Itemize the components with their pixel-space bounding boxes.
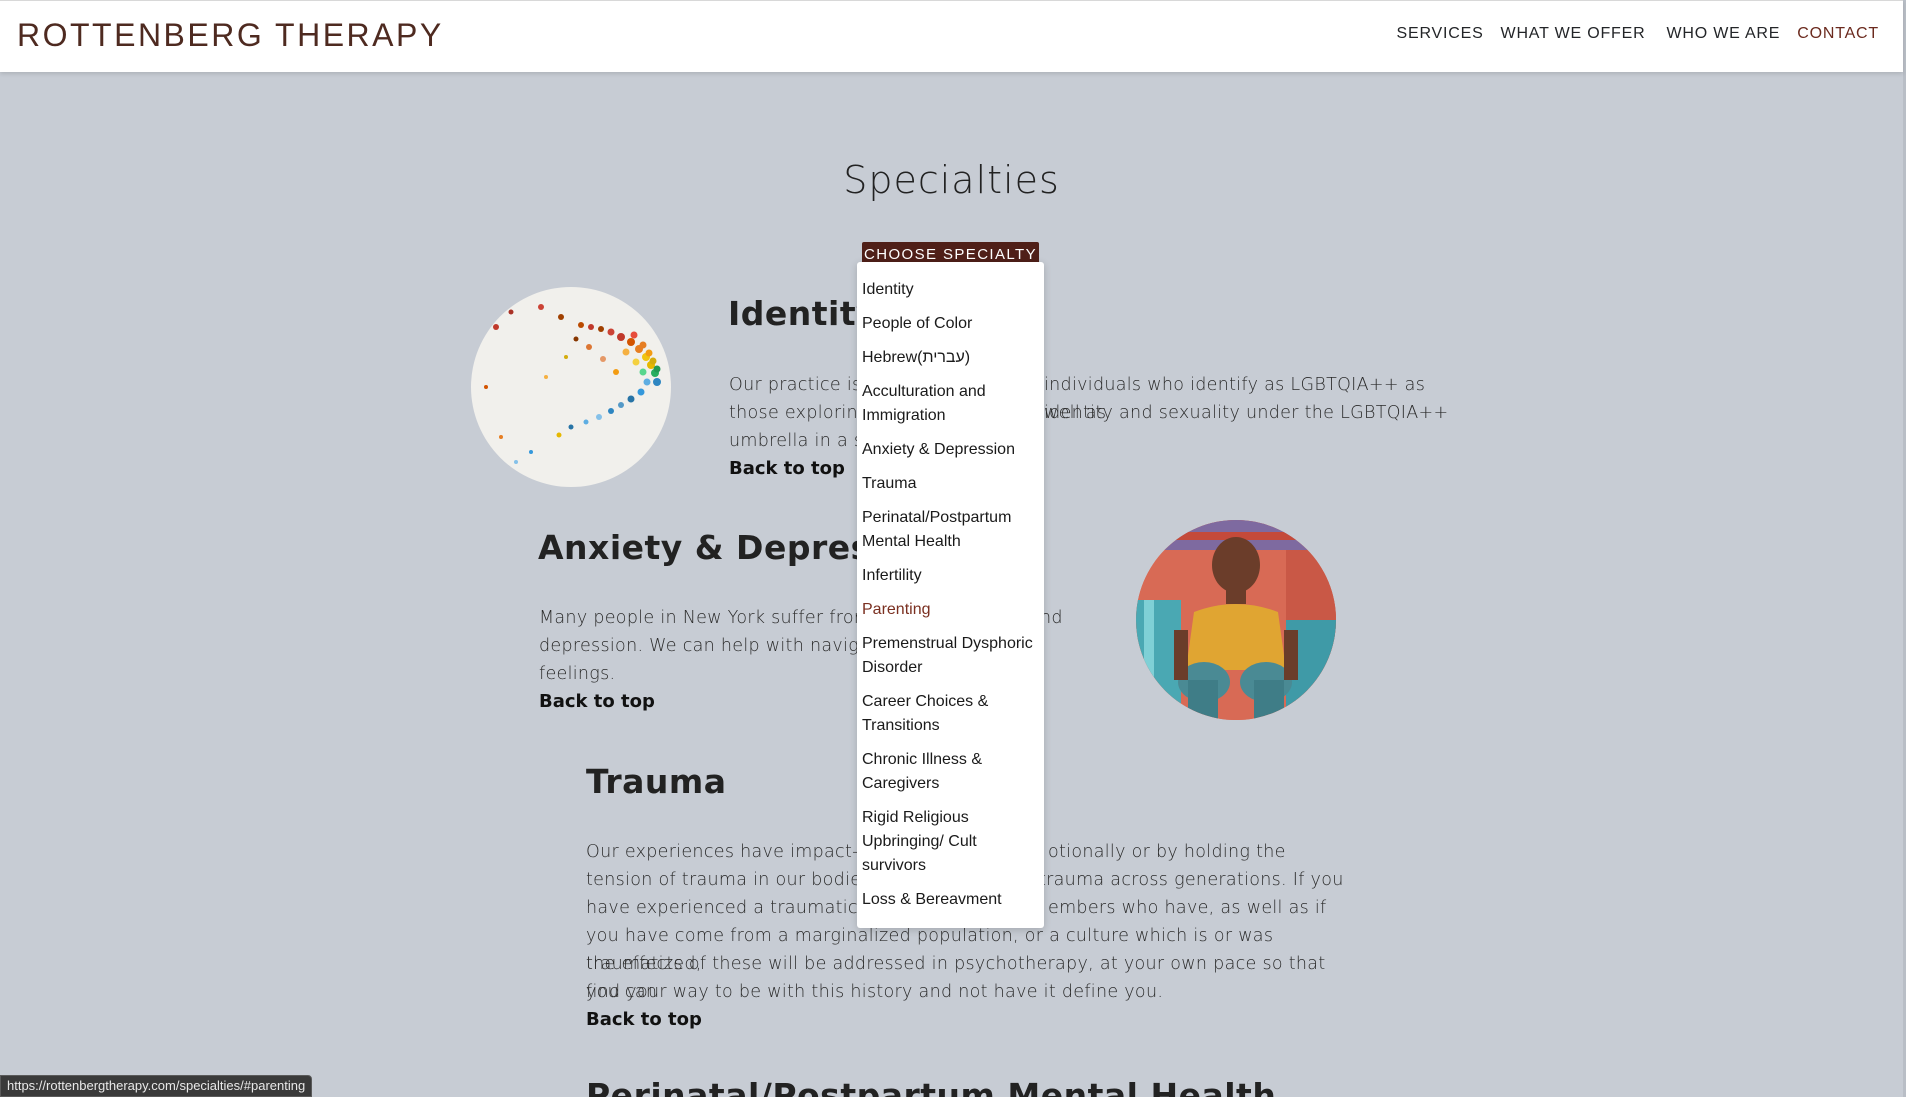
anxiety-line-3: feelings. (539, 664, 616, 684)
identity-line-2b: identity and sexuality under the LGBTQIA… (1044, 403, 1449, 423)
section-title-perinatal: Perinatal/Postpartum Mental Health (586, 1076, 1277, 1097)
dropdown-option-identity[interactable]: Identity (857, 274, 1044, 308)
anxiety-image (1136, 520, 1336, 720)
dropdown-option-people-of-color[interactable]: People of Color (857, 308, 1044, 342)
section-body-identity: Our practice is c individuals who identi… (729, 371, 1449, 455)
dropdown-option-anxiety-depression[interactable]: Anxiety & Depression (857, 434, 1044, 468)
trauma-line-3b: embers who have, as well as if (1048, 898, 1327, 918)
dropdown-option-perinatal[interactable]: Perinatal/Postpartum Mental Health (857, 502, 1044, 560)
identity-line-3a: umbrella in a sa (729, 431, 875, 451)
specialty-dropdown-menu: Identity People of Color Hebrew(עברית) A… (857, 262, 1044, 928)
dropdown-option-pmdd[interactable]: Premenstrual Dysphoric Disorder (857, 628, 1044, 686)
page: ROTTENBERG THERAPY SERVICES WHAT WE OFFE… (0, 0, 1906, 1097)
brand-logo-link[interactable]: ROTTENBERG THERAPY (17, 17, 444, 54)
section-title-trauma: Trauma (586, 762, 727, 801)
identity-line-1a: Our practice is c (729, 375, 878, 395)
site-header: ROTTENBERG THERAPY SERVICES WHAT WE OFFE… (0, 0, 1903, 72)
trauma-line-3a: have experienced a traumatic eve (586, 898, 897, 918)
trauma-line-1b: otionally or by holding the (1048, 842, 1286, 862)
dropdown-option-loss-bereavement[interactable]: Loss & Bereavment (857, 884, 1044, 918)
identity-line-2a: those exploring (729, 403, 869, 423)
dropdown-option-chronic-illness[interactable]: Chronic Illness & Caregivers (857, 744, 1044, 802)
identity-image (471, 287, 671, 487)
dropdown-option-hebrew[interactable]: Hebrew(עברית) (857, 342, 1044, 376)
trauma-line-2b: trauma across generations. If you (1039, 870, 1344, 890)
browser-status-url: https://rottenbergtherapy.com/specialtie… (0, 1075, 313, 1097)
dropdown-option-infertility[interactable]: Infertility (857, 560, 1044, 594)
anxiety-line-2: depression. We can help with navigating (539, 636, 905, 656)
back-to-top-anxiety[interactable]: Back to top (539, 691, 655, 712)
rainbow-petals-illustration (484, 304, 661, 464)
dropdown-option-parenting[interactable]: Parenting (857, 594, 1044, 628)
section-title-identity: Identity (728, 294, 879, 333)
dropdown-option-religious-upbringing[interactable]: Rigid Religious Upbringing/ Cult survivo… (857, 802, 1044, 884)
back-to-top-identity[interactable]: Back to top (729, 458, 845, 479)
back-to-top-trauma[interactable]: Back to top (586, 1009, 702, 1030)
nav-contact[interactable]: CONTACT (1797, 25, 1879, 43)
trauma-line-1a: Our experiences have impact- we (586, 842, 891, 862)
dropdown-option-career[interactable]: Career Choices & Transitions (857, 686, 1044, 744)
dropdown-option-trauma[interactable]: Trauma (857, 468, 1044, 502)
main-nav: SERVICES WHAT WE OFFER WHO WE ARE CONTAC… (1380, 25, 1879, 43)
nav-services[interactable]: SERVICES (1397, 25, 1484, 43)
nav-who-we-are[interactable]: WHO WE ARE (1666, 25, 1780, 43)
smiling-woman-photo (1136, 520, 1336, 720)
trauma-line-6: find your way to be with this history an… (586, 982, 1164, 1002)
anxiety-line-1a: Many people in New York suffer from a (539, 608, 889, 628)
trauma-line-2a: tension of trauma in our bodies. W (586, 870, 901, 890)
nav-what-we-offer[interactable]: WHAT WE OFFER (1501, 25, 1646, 43)
dropdown-option-acculturation[interactable]: Acculturation and Immigration (857, 376, 1044, 434)
page-title: Specialties (843, 158, 1060, 202)
